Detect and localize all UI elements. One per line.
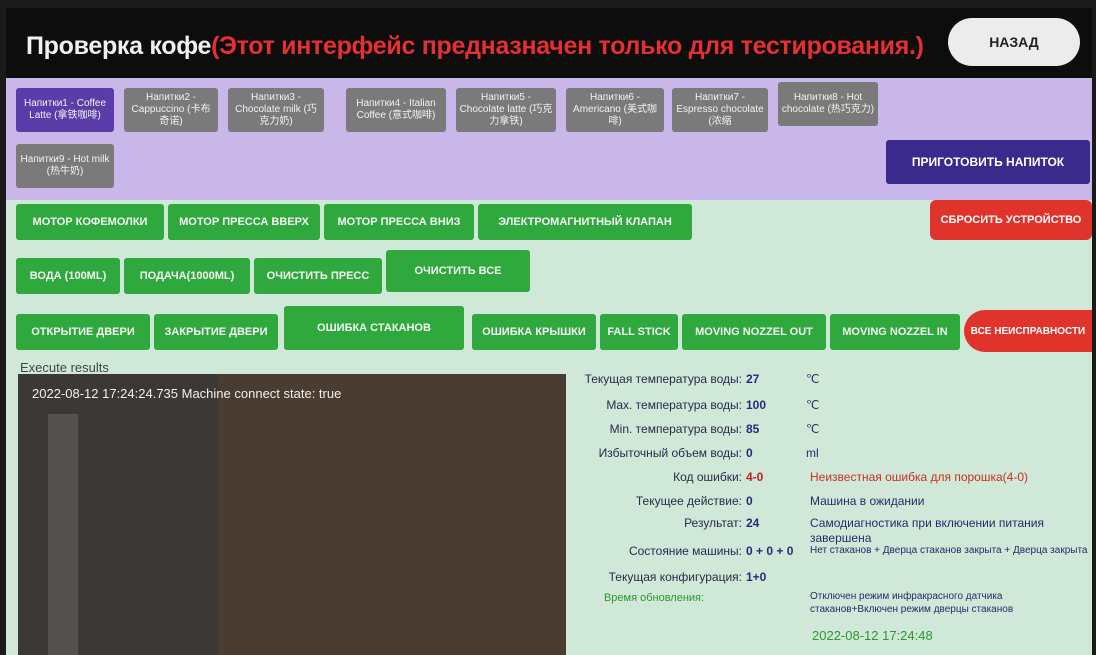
status-label: Min. температура воды: [609, 422, 742, 436]
reset-device-button[interactable]: СБРОСИТЬ УСТРОЙСТВО [930, 200, 1092, 240]
status-row-water-temp: Текущая температура воды: 27 ℃ [6, 372, 1092, 392]
header-bar: Проверка кофе(Этот интерфейс предназначе… [6, 8, 1092, 78]
status-unit: ℃ [806, 372, 820, 386]
lid-error-button[interactable]: ОШИБКА КРЫШКИ [472, 314, 596, 350]
status-row-config: Текущая конфигурация: 1+0 [6, 570, 1092, 590]
title-text: Проверка кофе [26, 32, 212, 60]
status-label: Текущая конфигурация: [608, 570, 742, 584]
back-button[interactable]: НАЗАД [948, 18, 1080, 66]
status-row-min-temp: Min. температура воды: 85 ℃ [6, 422, 1092, 442]
drink-button-7[interactable]: Напитки7 - Espresso chocolate (浓缩 [672, 88, 768, 132]
status-value: 0 [746, 446, 753, 460]
status-desc: Неизвестная ошибка для порошка(4-0) [810, 470, 1028, 484]
water-button[interactable]: ВОДА (100ML) [16, 258, 120, 294]
press-down-button[interactable]: МОТОР ПРЕССА ВНИЗ [324, 204, 474, 240]
solenoid-valve-button[interactable]: ЭЛЕКТРОМАГНИТНЫЙ КЛАПАН [478, 204, 692, 240]
all-faults-button[interactable]: ВСЕ НЕИСПРАВНОСТИ [964, 310, 1092, 352]
app-screen: Проверка кофе(Этот интерфейс предназначе… [6, 8, 1092, 655]
drink-button-2[interactable]: Напитки2 - Cappuccino (卡布奇诺) [124, 88, 218, 132]
status-desc: Машина в ожидании [810, 494, 925, 508]
status-label: Max. температура воды: [606, 398, 742, 412]
drink-button-8[interactable]: Напитки8 - Hot chocolate (热巧克力) [778, 82, 878, 126]
status-value: 4-0 [746, 470, 764, 484]
status-unit: ℃ [806, 422, 820, 436]
status-row-excess-water: Избыточный объем воды: 0 ml [6, 446, 1092, 466]
drink-button-9[interactable]: Напитки9 - Hot milk (热牛奶) [16, 144, 114, 188]
drink-button-3[interactable]: Напитки3 - Chocolate milk (巧克力奶) [228, 88, 324, 132]
page-title: Проверка кофе(Этот интерфейс предназначе… [26, 32, 924, 61]
update-time-value-row: 2022-08-12 17:24:48 [6, 628, 1092, 648]
press-up-button[interactable]: МОТОР ПРЕССА ВВЕРХ [168, 204, 320, 240]
test-warning: (Этот интерфейс предназначен только для … [211, 32, 924, 60]
cup-error-button[interactable]: ОШИБКА СТАКАНОВ [284, 306, 464, 350]
drinks-panel: Напитки1 - Coffee Latte (拿铁咖啡) Напитки2 … [6, 78, 1092, 200]
status-row-error-code: Код ошибки: 4-0 Неизвестная ошибка для п… [6, 470, 1092, 490]
make-drink-button[interactable]: ПРИГОТОВИТЬ НАПИТОК [886, 140, 1090, 184]
status-value: 0 + 0 + 0 [746, 544, 794, 558]
status-value: 1+0 [746, 570, 767, 584]
status-value: 24 [746, 516, 760, 530]
status-label: Текущее действие: [635, 494, 742, 508]
fall-stick-button[interactable]: FALL STICK [600, 314, 678, 350]
supply-button[interactable]: ПОДАЧА(1000ML) [124, 258, 250, 294]
controls-panel: МОТОР КОФЕМОЛКИ МОТОР ПРЕССА ВВЕРХ МОТОР… [6, 200, 1092, 352]
status-unit: ml [806, 446, 819, 460]
open-door-button[interactable]: ОТКРЫТИЕ ДВЕРИ [16, 314, 150, 350]
grinder-motor-button[interactable]: МОТОР КОФЕМОЛКИ [16, 204, 164, 240]
drink-button-5[interactable]: Напитки5 - Chocolate latte (巧克力拿铁) [456, 88, 556, 132]
status-label: Код ошибки: [673, 470, 742, 484]
status-row-update-time: Время обновления: [6, 592, 1092, 612]
status-row-max-temp: Max. температура воды: 100 ℃ [6, 398, 1092, 418]
drink-button-6[interactable]: Напитки6 - Americano (美式咖啡) [566, 88, 664, 132]
status-value: 100 [746, 398, 767, 412]
status-unit: ℃ [806, 398, 820, 412]
status-label: Результат: [684, 516, 742, 530]
close-door-button[interactable]: ЗАКРЫТИЕ ДВЕРИ [154, 314, 278, 350]
clean-all-button[interactable]: ОЧИСТИТЬ ВСЕ [386, 250, 530, 292]
status-label: Избыточный объем воды: [598, 446, 742, 460]
status-desc: Самодиагностика при включении питания за… [810, 516, 1044, 545]
clean-press-button[interactable]: ОЧИСТИТЬ ПРЕСС [254, 258, 382, 294]
moving-nozzle-out-button[interactable]: MOVING NOZZEL OUT [682, 314, 826, 350]
status-value: 0 [746, 494, 753, 508]
status-label: Текущая температура воды: [584, 372, 742, 386]
update-time-label: Время обновления: [603, 592, 705, 604]
status-row-current-action: Текущее действие: 0 Машина в ожидании [6, 494, 1092, 514]
drink-button-4[interactable]: Напитки4 - Italian Coffee (意式咖啡) [346, 88, 446, 132]
status-label: Состояние машины: [628, 544, 742, 558]
status-value: 27 [746, 372, 760, 386]
drink-button-1[interactable]: Напитки1 - Coffee Latte (拿铁咖啡) [16, 88, 114, 132]
moving-nozzle-in-button[interactable]: MOVING NOZZEL IN [830, 314, 960, 350]
update-time-value: 2022-08-12 17:24:48 [812, 628, 933, 643]
status-value: 85 [746, 422, 760, 436]
status-desc: Нет стаканов + Дверца стаканов закрыта +… [810, 545, 1088, 556]
